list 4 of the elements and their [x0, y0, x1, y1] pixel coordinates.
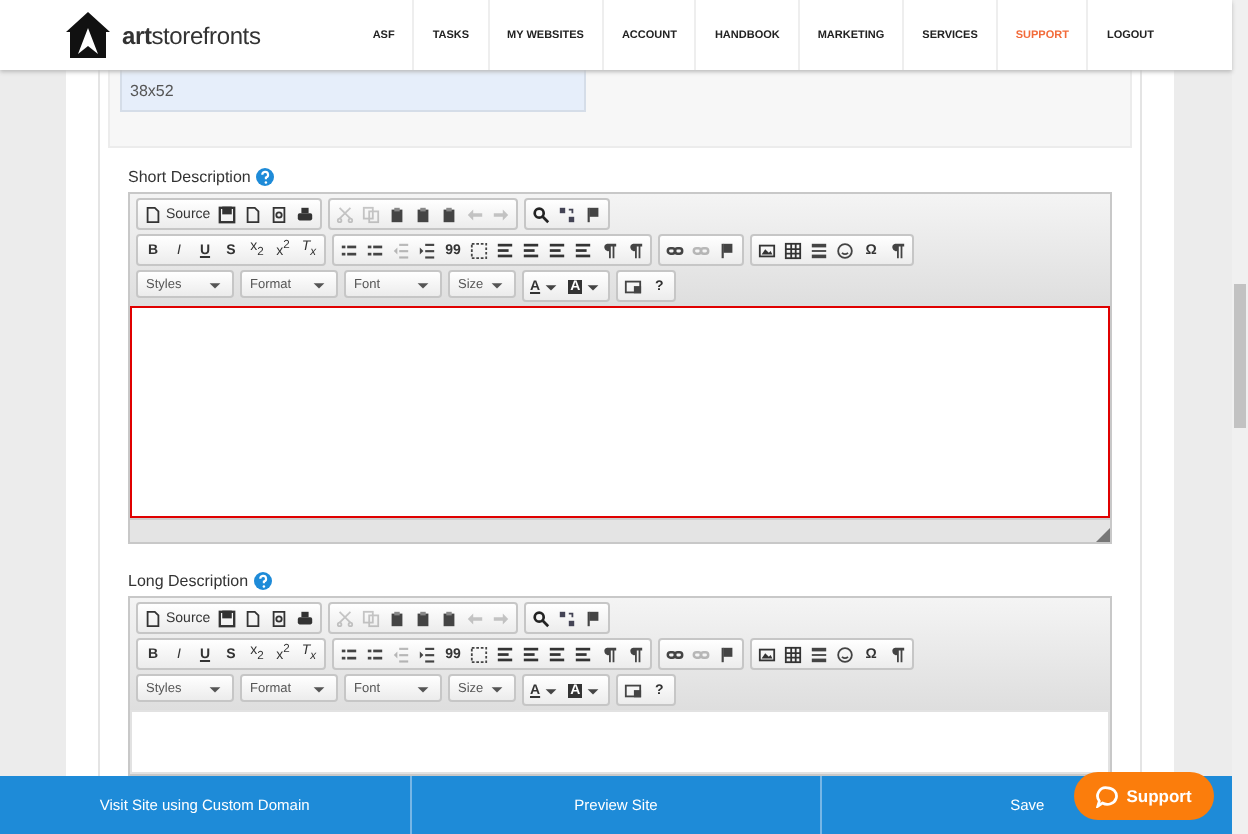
- field-label: Short Description: [128, 168, 251, 186]
- size-field[interactable]: 38x52: [120, 70, 586, 112]
- field-label: Long Description: [128, 572, 249, 590]
- logo-text: artstorefronts: [122, 21, 261, 49]
